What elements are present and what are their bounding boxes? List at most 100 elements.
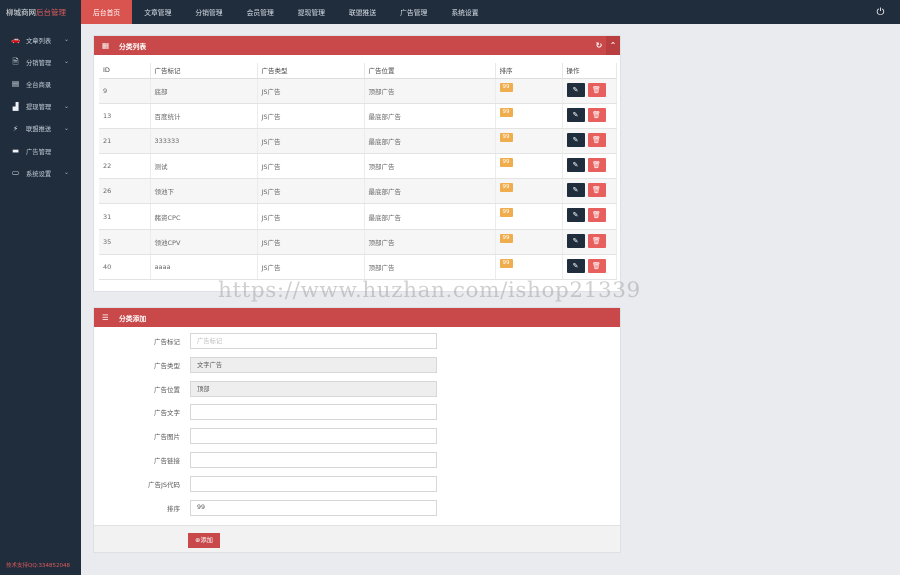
- nav-settings[interactable]: 系统设置: [439, 0, 490, 24]
- table-icon: ▦: [102, 41, 110, 50]
- order-badge: 99: [499, 107, 513, 117]
- brand-suffix: 后台管理: [36, 7, 66, 17]
- cell-actions: ✎ 🗑: [562, 203, 617, 230]
- cell-position: 顶部广告: [364, 254, 496, 281]
- cell-order: 99: [495, 128, 563, 155]
- briefcase-icon: ▬: [11, 146, 20, 156]
- edit-button[interactable]: ✎: [566, 208, 585, 223]
- col-id: ID: [99, 63, 151, 79]
- form-row: 广告JS代码: [94, 475, 622, 492]
- table-header-row: ID 广告标记 广告类型 广告位置 排序 操作: [99, 63, 617, 79]
- cell-id: 22: [99, 153, 151, 180]
- field-input[interactable]: [190, 333, 437, 349]
- cell-order: 99: [495, 254, 563, 281]
- edit-button[interactable]: ✎: [566, 158, 585, 173]
- cell-position: 最底部广告: [364, 203, 496, 230]
- sidebar-item[interactable]: 🗎 分销管理 ⌄: [0, 51, 81, 73]
- cell-id: 35: [99, 229, 151, 255]
- table-row: 13 百度统计 JS广告 最底部广告 99 ✎ 🗑: [99, 103, 617, 129]
- delete-button[interactable]: 🗑: [587, 107, 606, 122]
- edit-button[interactable]: ✎: [566, 132, 585, 147]
- cell-mark: 百度统计: [150, 103, 258, 129]
- field-input[interactable]: [190, 404, 437, 421]
- nav-members[interactable]: 会员管理: [235, 0, 286, 24]
- field-label: 排序: [167, 504, 180, 513]
- cell-position: 最底部广告: [364, 178, 496, 205]
- sidebar-item[interactable]: ▭ 系统设置 ⌄: [0, 162, 81, 184]
- nav-distribution[interactable]: 分销管理: [183, 0, 234, 24]
- delete-button[interactable]: 🗑: [587, 233, 606, 248]
- delete-button[interactable]: 🗑: [587, 208, 606, 223]
- delete-button[interactable]: 🗑: [587, 132, 606, 147]
- cell-id: 26: [99, 178, 151, 205]
- cell-actions: ✎ 🗑: [562, 153, 617, 180]
- edit-icon: ✎: [572, 211, 579, 220]
- cell-order: 99: [495, 78, 563, 104]
- nav-ads[interactable]: 广告管理: [388, 0, 439, 24]
- field-input[interactable]: [190, 452, 437, 468]
- nav-home[interactable]: 后台首页: [81, 0, 133, 24]
- edit-button[interactable]: ✎: [566, 233, 585, 248]
- nav-withdraw[interactable]: 提现管理: [286, 0, 337, 24]
- sidebar-item[interactable]: 🚗 文章列表 ⌄: [0, 29, 81, 51]
- sidebar-item[interactable]: ⚡ 联盟推送 ⌄: [0, 118, 81, 140]
- cell-actions: ✎ 🗑: [562, 78, 617, 104]
- field-label: 广告标记: [154, 338, 180, 346]
- laptop-icon: ▭: [11, 168, 20, 178]
- trash-icon: 🗑: [592, 236, 601, 245]
- card-icon: ▤: [11, 79, 20, 89]
- delete-button[interactable]: 🗑: [587, 258, 606, 273]
- cell-id: 13: [99, 103, 151, 129]
- edit-button[interactable]: ✎: [566, 258, 585, 273]
- chevron-down-icon: ⌄: [63, 169, 69, 177]
- panel-title: 分类列表: [119, 42, 147, 51]
- cell-mark: 底部: [150, 78, 258, 104]
- field-input[interactable]: [190, 380, 437, 397]
- refresh-icon[interactable]: ↻: [592, 36, 606, 55]
- edit-button[interactable]: ✎: [566, 107, 585, 122]
- col-position: 广告位置: [364, 63, 496, 79]
- delete-button[interactable]: 🗑: [587, 158, 606, 173]
- cell-id: 31: [99, 203, 151, 230]
- cell-type: JS广告: [257, 128, 365, 155]
- collapse-icon[interactable]: ⌃: [606, 36, 620, 55]
- brand-logo: 柳城商网 后台管理: [0, 0, 81, 24]
- table-row: 40 aaaa JS广告 顶部广告 99 ✎ 🗑: [99, 254, 617, 281]
- delete-button[interactable]: 🗑: [587, 183, 606, 198]
- cell-mark: 赭资CPC: [150, 203, 258, 230]
- edit-icon: ✎: [572, 186, 579, 195]
- edit-icon: ✎: [572, 236, 579, 245]
- col-type: 广告类型: [257, 63, 365, 79]
- sidebar-item[interactable]: ▟ 提现管理 ⌄: [0, 96, 81, 118]
- cell-mark: 333333: [150, 128, 258, 155]
- nav-alliance[interactable]: 联盟推送: [337, 0, 388, 24]
- sidebar-item[interactable]: ▤ 全台商录: [0, 73, 81, 95]
- list-icon: ☰: [102, 313, 109, 322]
- cell-position: 最底部广告: [364, 128, 496, 155]
- cell-type: JS广告: [257, 153, 365, 180]
- edit-button[interactable]: ✎: [566, 82, 585, 97]
- add-button[interactable]: ⊕添加: [188, 533, 220, 548]
- cell-type: JS广告: [257, 78, 365, 104]
- edit-button[interactable]: ✎: [566, 183, 585, 198]
- delete-button[interactable]: 🗑: [587, 82, 606, 97]
- edit-icon: ✎: [572, 261, 579, 270]
- sidebar-item[interactable]: ▬ 广告管理: [0, 140, 81, 162]
- cell-type: JS广告: [257, 229, 365, 255]
- order-badge: 99: [499, 233, 513, 243]
- field-input[interactable]: [190, 428, 437, 445]
- cell-type: JS广告: [257, 254, 365, 281]
- car-icon: 🚗: [11, 35, 21, 45]
- cell-position: 顶部广告: [364, 78, 496, 104]
- order-badge: 99: [499, 158, 513, 168]
- cell-id: 21: [99, 128, 151, 155]
- panel-header: ▦ 分类列表 ↻ ⌃: [94, 36, 620, 55]
- power-icon[interactable]: ⏻: [875, 7, 886, 18]
- field-input[interactable]: [190, 499, 437, 516]
- nav-articles[interactable]: 文章管理: [132, 0, 183, 24]
- field-input[interactable]: [190, 475, 437, 492]
- cell-order: 99: [495, 153, 563, 180]
- field-label: 广告类型: [154, 361, 180, 370]
- field-input[interactable]: [190, 356, 437, 373]
- edit-icon: ✎: [572, 85, 579, 94]
